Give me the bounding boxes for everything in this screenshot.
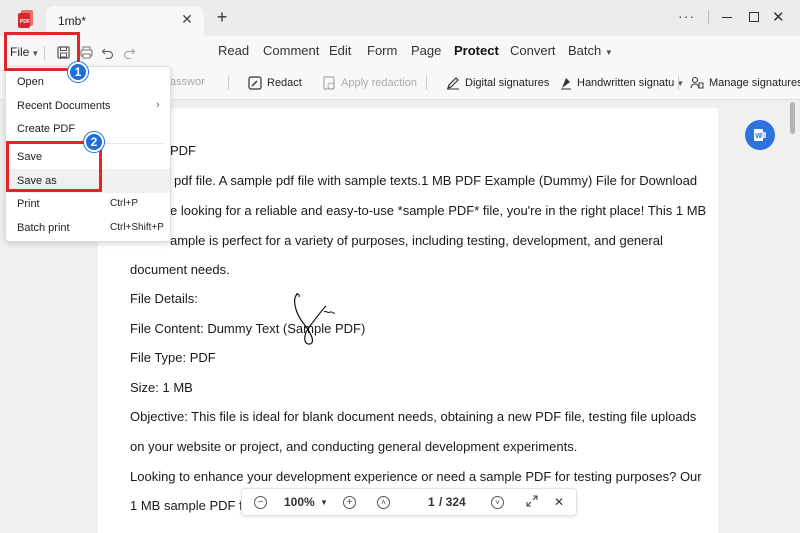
doc-text-line: PDF xyxy=(170,143,196,158)
zoom-out-icon[interactable]: − xyxy=(254,496,267,509)
chevron-down-icon: ▼ xyxy=(604,48,613,57)
redact-button[interactable]: Redact xyxy=(248,76,302,90)
digital-signatures-label: Digital signatures xyxy=(465,77,550,89)
doc-text-line: Objective: This file is ideal for blank … xyxy=(130,409,697,424)
digital-signatures-button[interactable]: Digital signatures xyxy=(446,76,549,90)
apply-redaction-button[interactable]: Apply redaction xyxy=(322,76,417,90)
handwritten-signature-label: Handwritten signatu xyxy=(577,77,675,89)
tab-protect[interactable]: Protect xyxy=(454,43,499,58)
window-close-icon[interactable]: ✕ xyxy=(772,8,785,26)
tab-title: 1mb* xyxy=(58,14,87,28)
toolbar-divider xyxy=(426,76,427,90)
menu-item-print[interactable]: Print Ctrl+P xyxy=(6,192,170,216)
step-badge-2: 2 xyxy=(84,132,104,152)
handwritten-signature[interactable] xyxy=(286,290,356,346)
minimize-icon[interactable] xyxy=(722,17,732,18)
tab-convert[interactable]: Convert xyxy=(510,43,556,58)
current-page[interactable]: 1 xyxy=(428,495,435,509)
doc-text-line: 1 MB sample PDF fi xyxy=(130,498,246,513)
main-toolbar: File ▼ Read Comment Edit Form Page Protec… xyxy=(0,36,800,66)
menu-shortcut: Ctrl+Shift+P xyxy=(110,222,164,233)
apply-redaction-label: Apply redaction xyxy=(341,77,417,89)
doc-text-line: document needs. xyxy=(130,262,230,277)
chevron-down-icon[interactable]: ▼ xyxy=(320,498,328,507)
tab-form[interactable]: Form xyxy=(367,43,397,58)
maximize-icon[interactable] xyxy=(749,12,759,22)
menu-item-label: Recent Documents xyxy=(17,100,111,112)
vertical-scrollbar[interactable] xyxy=(790,102,795,134)
menu-item-label: Batch print xyxy=(17,222,70,234)
redact-label: Redact xyxy=(267,77,302,89)
tab-comment[interactable]: Comment xyxy=(263,43,319,58)
menu-item-label: Create PDF xyxy=(17,123,76,135)
menu-item-batch-print[interactable]: Batch print Ctrl+Shift+P xyxy=(6,216,170,240)
zoom-toolbar: − 100% ▼ + ˄ 1 / 324 ˅ ✕ xyxy=(241,488,577,516)
doc-text-line: e looking for a reliable and easy-to-use… xyxy=(170,203,707,218)
doc-text-line: File Type: PDF xyxy=(130,350,216,365)
tab-batch-label: Batch xyxy=(568,43,602,58)
next-page-icon[interactable]: ˅ xyxy=(491,496,504,509)
tab-edit[interactable]: Edit xyxy=(329,43,351,58)
apply-redaction-icon xyxy=(323,76,335,90)
doc-text-line: pdf file. A sample pdf file with sample … xyxy=(174,173,698,188)
manage-signatures-label: Manage signatures xyxy=(709,77,800,89)
tab-read[interactable]: Read xyxy=(218,43,249,58)
svg-text:W: W xyxy=(755,133,762,140)
menu-item-label: Open xyxy=(17,76,44,88)
redact-icon xyxy=(248,76,262,90)
print-icon[interactable] xyxy=(78,44,94,60)
step-badge-1: 1 xyxy=(68,62,88,82)
doc-text-line: ample is perfect for a variety of purpos… xyxy=(170,233,663,248)
toolbar-divider xyxy=(228,76,229,90)
app-logo-icon: PDF xyxy=(18,10,33,28)
redo-icon[interactable] xyxy=(121,44,137,60)
tab-page[interactable]: Page xyxy=(411,43,441,58)
total-pages: / 324 xyxy=(439,495,466,509)
previous-page-icon[interactable]: ˄ xyxy=(377,496,390,509)
title-bar: PDF 1mb* ✕ + ··· ✕ xyxy=(0,0,800,36)
menu-item-recent-documents[interactable]: Recent Documents › xyxy=(6,94,170,118)
password-button[interactable]: asswor xyxy=(170,76,205,88)
new-tab-icon[interactable]: + xyxy=(214,8,230,26)
menu-item-open[interactable]: Open xyxy=(6,70,170,94)
more-options-icon[interactable]: ··· xyxy=(678,8,695,24)
manage-signatures-icon xyxy=(690,76,704,89)
fountain-pen-icon xyxy=(561,78,571,90)
word-convert-icon[interactable]: W xyxy=(745,120,775,150)
doc-text-line: File Details: xyxy=(130,291,198,306)
zoom-level[interactable]: 100% xyxy=(284,495,315,509)
toolbar-divider xyxy=(678,76,679,90)
chevron-right-icon: › xyxy=(156,99,160,111)
window-controls-divider xyxy=(708,10,709,24)
doc-text-line: on your website or project, and conducti… xyxy=(130,439,578,454)
svg-text:PDF: PDF xyxy=(20,19,30,25)
zoom-in-icon[interactable]: + xyxy=(343,496,356,509)
highlight-box-file-menu xyxy=(4,32,80,71)
pen-icon xyxy=(447,77,459,90)
undo-icon[interactable] xyxy=(99,44,115,60)
doc-text-line: Looking to enhance your development expe… xyxy=(130,469,702,484)
close-zoombar-icon[interactable]: ✕ xyxy=(554,495,564,509)
tab-close-icon[interactable]: ✕ xyxy=(180,12,194,26)
manage-signatures-button[interactable]: Manage signatures xyxy=(690,76,800,90)
fullscreen-icon[interactable] xyxy=(526,495,538,510)
doc-text-line: Size: 1 MB xyxy=(130,380,193,395)
menu-item-label: Print xyxy=(17,198,40,210)
tab-batch[interactable]: Batch ▼ xyxy=(568,43,613,58)
menu-shortcut: Ctrl+P xyxy=(110,198,139,209)
handwritten-signature-button[interactable]: Handwritten signatu ▼ xyxy=(560,76,684,90)
